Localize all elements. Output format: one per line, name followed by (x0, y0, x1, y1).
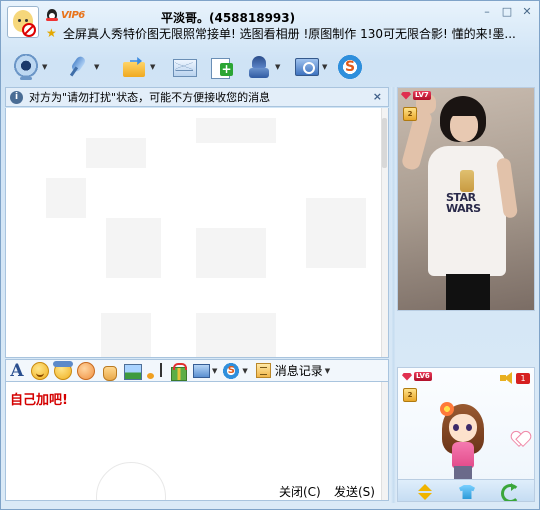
heart-icon[interactable] (512, 432, 528, 446)
diamond-icon (402, 372, 412, 381)
window-controls: – □ ✕ (477, 3, 537, 19)
message-history-button[interactable]: 消息记录 (275, 362, 323, 379)
count-badge: 1 (516, 373, 530, 384)
qq-show-panel: LV6 2 1 (397, 367, 535, 502)
diamond-icon (401, 91, 411, 100)
chevron-down-icon[interactable]: ▼ (94, 63, 99, 71)
soso-button[interactable] (337, 53, 363, 81)
message-scrollbar[interactable] (381, 108, 388, 357)
user-group-icon (246, 54, 272, 80)
vip-mini-icon: 2 (403, 388, 417, 402)
contact-avatar[interactable] (7, 6, 39, 38)
remote-button[interactable]: ▼ (293, 53, 327, 81)
maximize-button[interactable]: □ (497, 3, 517, 19)
main-toolbar: ▼ ▼ ▼ ▼ ▼ (1, 51, 540, 85)
screen-capture-icon[interactable] (192, 362, 210, 380)
notice-bar: i 对方为"请勿打扰"状态，可能不方便接收您的消息 × (5, 87, 389, 107)
contact-status: 全屏真人秀特价图无限照常接单! 选图看相册 !原图制作 130可无限合影! 懂的… (63, 27, 516, 41)
shirt-icon[interactable] (458, 483, 476, 501)
s-circle-icon[interactable] (222, 361, 241, 380)
vip-badge: VIP6 (61, 10, 85, 21)
qq-show-toolbar (398, 479, 534, 501)
chevron-down-icon[interactable]: ▼ (42, 63, 47, 71)
graffiti-icon[interactable] (100, 362, 118, 381)
info-icon: i (10, 90, 23, 104)
magic-emoticon-icon[interactable] (53, 360, 73, 380)
vip-mini-icon: 2 (403, 107, 417, 121)
shake-icon[interactable] (77, 361, 95, 380)
do-not-disturb-icon (22, 23, 36, 37)
apps-button[interactable]: ▼ (246, 53, 280, 81)
chevron-down-icon[interactable]: ▼ (325, 367, 330, 375)
voice-button[interactable]: ▼ (65, 53, 99, 81)
history-icon[interactable] (255, 363, 271, 378)
video-button[interactable]: ▼ (13, 53, 47, 81)
close-window-button[interactable]: ✕ (517, 3, 537, 19)
chevron-down-icon[interactable]: ▼ (322, 63, 327, 71)
title-bar: VIP6 平淡哥。(458818993) ★ 全屏真人秀特价图无限照常接单! 选… (1, 1, 540, 47)
minimize-button[interactable]: – (477, 3, 497, 19)
chevron-down-icon[interactable]: ▼ (212, 367, 217, 375)
music-icon[interactable] (146, 362, 164, 380)
chevron-down-icon[interactable]: ▼ (150, 63, 155, 71)
send-file-button[interactable]: ▼ (121, 53, 155, 81)
show-level-badge: LV6 (402, 372, 432, 381)
mail-button[interactable] (171, 53, 197, 81)
folder-send-icon (121, 54, 147, 80)
format-toolbar: A ▼ ▼ 消息记录▼ (5, 359, 389, 381)
message-history[interactable] (5, 108, 389, 358)
send-image-icon[interactable] (123, 362, 142, 380)
input-scrollbar[interactable] (381, 382, 388, 500)
contact-title: 平淡哥。(458818993) (161, 11, 296, 25)
message-input[interactable]: 自己加吧! (5, 381, 389, 501)
create-group-button[interactable] (208, 53, 234, 81)
notice-close-button[interactable]: × (373, 90, 382, 103)
photo-level-badge: LV7 (401, 91, 431, 100)
notice-text: 对方为"请勿打扰"状态，可能不方便接收您的消息 (29, 91, 271, 104)
webcam-icon (13, 54, 39, 80)
send-button[interactable]: 发送(S) (334, 482, 375, 500)
font-button[interactable]: A (8, 362, 26, 380)
emoticon-icon[interactable] (31, 361, 49, 380)
star-icon: ★ (46, 26, 57, 40)
chevron-down-icon[interactable]: ▼ (275, 63, 280, 71)
close-button[interactable]: 关闭(C) (279, 482, 321, 500)
chevron-down-icon[interactable]: ▼ (242, 367, 247, 375)
flower-icon (440, 402, 454, 416)
sound-icon[interactable] (500, 372, 514, 384)
refresh-icon[interactable] (500, 483, 520, 501)
gift-icon[interactable] (169, 362, 187, 381)
chat-window: VIP6 平淡哥。(458818993) ★ 全屏真人秀特价图无限照常接单! 选… (0, 0, 540, 510)
qq-penguin-icon (46, 9, 58, 22)
microphone-icon (65, 54, 91, 80)
contact-photo[interactable]: STAR WARS (397, 87, 535, 311)
panel-divider[interactable] (391, 87, 396, 503)
s-circle-icon (337, 54, 363, 80)
qq-show-avatar[interactable] (438, 398, 488, 480)
scroll-thumb[interactable] (382, 118, 387, 168)
shirt-print: STAR WARS (446, 191, 481, 215)
input-text[interactable]: 自己加吧! (10, 389, 68, 408)
mail-icon (171, 54, 197, 80)
add-note-icon (208, 54, 234, 80)
screen-icon (293, 54, 319, 80)
swap-arrows-icon[interactable] (416, 483, 434, 501)
